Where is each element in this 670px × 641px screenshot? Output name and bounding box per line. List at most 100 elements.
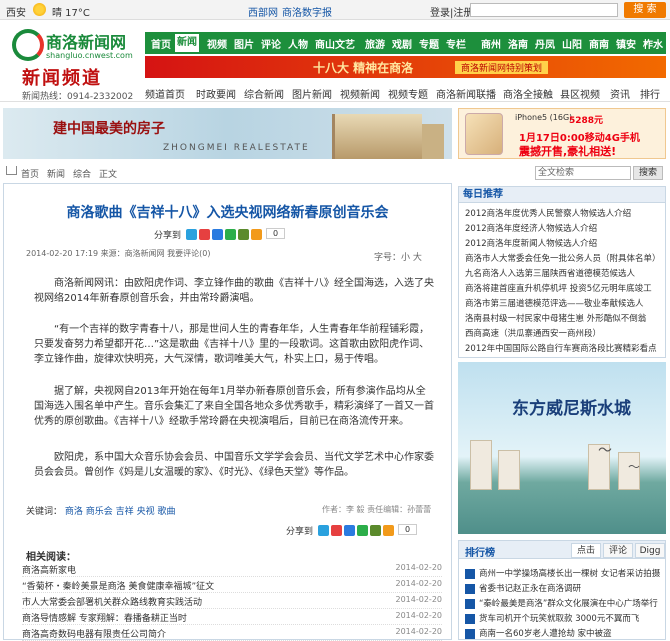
font-size-switch[interactable]: 字号：小 大: [374, 250, 422, 263]
crumb-news[interactable]: 新闻: [47, 167, 65, 180]
nav-column[interactable]: 专栏: [446, 36, 466, 51]
nav-zhashui[interactable]: 柞水: [643, 36, 663, 51]
related-item[interactable]: 市人大常委会部署机关群众路线教育实践活动 2014-02-20: [22, 595, 442, 609]
daily-item[interactable]: 2012商洛年度经济人物候选人介绍: [465, 222, 663, 235]
nav-zhenan[interactable]: 镇安: [616, 36, 636, 51]
nav-video[interactable]: 视频: [207, 36, 227, 51]
related-title[interactable]: 商洛导情感解 专家翔解：春播备耕正当时: [22, 614, 187, 624]
iphone-ad[interactable]: iPhone5 (16G) 5288元 1月17日0:00移动4G手机 震撼开售…: [458, 108, 666, 159]
share-renren-icon[interactable]: [225, 229, 236, 240]
keyword-link[interactable]: 吉祥: [116, 507, 134, 517]
daily-item[interactable]: 九名商洛人入选第三届陕西省道德模范候选人: [465, 267, 663, 280]
link-digital-paper[interactable]: 商洛数字报: [282, 4, 332, 19]
ranking-item[interactable]: “秦岭最美是商洛”群众文化展演在中心广场举行: [465, 597, 663, 611]
related-title[interactable]: 商洛高新家电: [22, 566, 76, 576]
nav-people[interactable]: 人物: [288, 36, 308, 51]
login-link[interactable]: 登录|注册: [430, 4, 473, 19]
realestate-ad[interactable]: 建中国最美的房子 ZHONGMEI REALESTATE: [3, 108, 452, 159]
ranking-item[interactable]: 商州一中学操场高楼长出一棵树 女记者采访拍摄: [465, 567, 663, 581]
nav-shanyang[interactable]: 山阳: [562, 36, 582, 51]
subnav-item[interactable]: 县区视频: [560, 86, 600, 101]
related-title[interactable]: “香菊杯・秦岭美景是商洛 美食健康幸福城”征文: [22, 582, 214, 592]
subnav-item[interactable]: 资讯: [610, 86, 630, 101]
subnav-item[interactable]: 时政要闻: [196, 86, 236, 101]
daily-item[interactable]: 2012商洛年度优秀人民警察人物候选人介绍: [465, 207, 663, 220]
nav-danfeng[interactable]: 丹凤: [535, 36, 555, 51]
link-cnwest[interactable]: 西部网: [248, 4, 278, 19]
main-nav: 首页 新闻 视频 图片 评论 人物 商山文艺 旅游 戏剧 专题 专栏 商州 洛南…: [145, 32, 666, 54]
related-title[interactable]: 市人大常委会部署机关群众路线教育实践活动: [22, 598, 202, 608]
top-search-button[interactable]: 搜 索: [624, 2, 666, 18]
daily-item[interactable]: 西商高速（洪瓜寨通西安一商州段）: [465, 327, 663, 340]
keyword-link[interactable]: 歌曲: [157, 507, 175, 517]
subnav-item[interactable]: 商洛全接触: [503, 86, 553, 101]
daily-item[interactable]: 商洛市人大常委会任免一批公务人员（附具体名单）: [465, 252, 663, 265]
subnav-item[interactable]: 视频新闻: [340, 86, 380, 101]
building-image: [498, 450, 520, 490]
nav-luonan[interactable]: 洛南: [508, 36, 528, 51]
article-meta: 2014-02-20 17:19 来源：商洛新闻网 我要评论(0): [26, 249, 211, 258]
share-douban-icon[interactable]: [238, 229, 249, 240]
share-renren-icon[interactable]: [357, 525, 368, 536]
share-weibo-icon[interactable]: [331, 525, 342, 536]
crumb-general[interactable]: 综合: [73, 167, 91, 180]
keyword-link[interactable]: 商洛: [65, 507, 83, 517]
building-image: [332, 114, 422, 159]
subnav-item[interactable]: 排行: [640, 86, 660, 101]
share-qzone-icon[interactable]: [318, 525, 329, 536]
nav-travel[interactable]: 旅游: [365, 36, 385, 51]
fulltext-search-input[interactable]: 全文检索: [535, 166, 631, 180]
subnav-item[interactable]: 视频专题: [388, 86, 428, 101]
share-douban-icon[interactable]: [370, 525, 381, 536]
daily-item[interactable]: 洛南县村级一村民家中母猪生崽 外形酷似不倒翁: [465, 312, 663, 325]
rank-badge: [465, 583, 475, 594]
share-tqq-icon[interactable]: [212, 229, 223, 240]
tab-digg[interactable]: Digg: [635, 543, 665, 558]
ranking-title-link[interactable]: 商州一中学操场高楼长出一棵树 女记者采访拍摄: [479, 569, 660, 579]
subnav-item[interactable]: 商洛新闻联播: [436, 86, 496, 101]
nav-arts[interactable]: 商山文艺: [315, 36, 355, 51]
venice-ad[interactable]: 东方威尼斯水城 〜 〜: [458, 362, 666, 534]
ranking-item[interactable]: 货车司机开个玩笑就取款 3000元不翼而飞: [465, 612, 663, 626]
ranking-item[interactable]: 商南一名60岁老人遭抢劫 家中被盗: [465, 627, 663, 641]
nav-home[interactable]: 首页: [151, 36, 171, 51]
keyword-link[interactable]: 商乐会: [86, 507, 113, 517]
ranking-title-link[interactable]: 商南一名60岁老人遭抢劫 家中被盗: [479, 629, 612, 639]
crumb-home[interactable]: 首页: [21, 167, 39, 180]
site-logo[interactable]: 商洛新闻网 shangluo.cnwest.com: [12, 27, 142, 67]
related-item[interactable]: “香菊杯・秦岭美景是商洛 美食健康幸福城”征文 2014-02-20: [22, 579, 442, 593]
tab-clicks[interactable]: 点击: [571, 543, 601, 558]
share-more-icon[interactable]: [251, 229, 262, 240]
subnav-item[interactable]: 图片新闻: [292, 86, 332, 101]
share-weibo-icon[interactable]: [199, 229, 210, 240]
fulltext-search-button[interactable]: 搜索: [633, 166, 663, 180]
ranking-title-link[interactable]: 货车司机开个玩笑就取款 3000元不翼而飞: [479, 614, 639, 624]
subnav-item[interactable]: 频道首页: [145, 86, 185, 101]
special-banner[interactable]: 十八大 精神在商洛 商洛新闻网特别策划: [145, 56, 666, 78]
daily-item[interactable]: 2012年中国国际公路自行车赛商洛段比赛精彩看点: [465, 342, 663, 355]
keyword-link[interactable]: 央视: [137, 507, 155, 517]
share-more-icon[interactable]: [383, 525, 394, 536]
share-tqq-icon[interactable]: [344, 525, 355, 536]
nav-shangnan[interactable]: 商南: [589, 36, 609, 51]
ranking-item[interactable]: 省委书记赵正永在商洛调研: [465, 582, 663, 596]
nav-photo[interactable]: 图片: [234, 36, 254, 51]
subnav-item[interactable]: 综合新闻: [244, 86, 284, 101]
daily-item[interactable]: 2012商洛年度新闻人物候选人介绍: [465, 237, 663, 250]
related-item[interactable]: 商洛高新家电 2014-02-20: [22, 563, 442, 577]
nav-news[interactable]: 新闻: [175, 34, 199, 52]
top-search-input[interactable]: [470, 3, 618, 17]
related-item[interactable]: 商洛高奇数码电器有限责任公司简介 2014-02-20: [22, 627, 442, 641]
daily-item[interactable]: 商洛将建首座直升机停机坪 投资5亿元明年底竣工: [465, 282, 663, 295]
nav-drama[interactable]: 戏剧: [392, 36, 412, 51]
ranking-title-link[interactable]: “秦岭最美是商洛”群众文化展演在中心广场举行: [479, 599, 658, 609]
nav-comment[interactable]: 评论: [261, 36, 281, 51]
nav-topic[interactable]: 专题: [419, 36, 439, 51]
share-qzone-icon[interactable]: [186, 229, 197, 240]
tab-comments[interactable]: 评论: [603, 543, 633, 558]
ranking-title-link[interactable]: 省委书记赵正永在商洛调研: [479, 584, 581, 594]
daily-item[interactable]: 商洛市第三届道德模范评选——敬业奉献候选人: [465, 297, 663, 310]
related-item[interactable]: 商洛导情感解 专家翔解：春播备耕正当时 2014-02-20: [22, 611, 442, 625]
nav-shangzhou[interactable]: 商州: [481, 36, 501, 51]
related-title[interactable]: 商洛高奇数码电器有限责任公司简介: [22, 630, 166, 640]
